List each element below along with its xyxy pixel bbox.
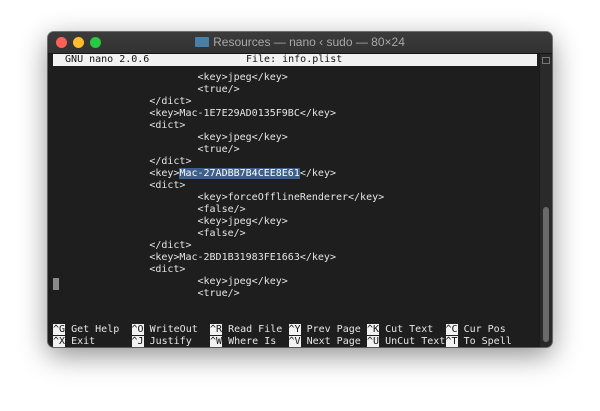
- scrollbar-thumb[interactable]: [543, 207, 549, 342]
- scroll-menu-icon[interactable]: [542, 57, 550, 64]
- shortcut-key: ^K: [367, 324, 380, 335]
- shortcut-label: Prev Page: [300, 324, 361, 335]
- shortcut-to-spell: ^T To Spell: [445, 336, 512, 347]
- shortcut-uncut-text: ^U UnCut Text: [367, 336, 445, 347]
- shortcut-prev-page: ^Y Prev Page: [288, 324, 361, 336]
- scrollbar[interactable]: [539, 54, 552, 347]
- window-title-text: Resources — nano ‹ sudo — 80×24: [213, 35, 405, 49]
- code-line: <true/>: [53, 144, 240, 155]
- shortcut-key: ^Y: [288, 324, 301, 335]
- file-name: File: info.plist: [246, 54, 343, 65]
- shortcut-key: ^R: [210, 324, 223, 335]
- code-line: <key>Mac-2BD1B31983FE1663</key>: [53, 252, 336, 263]
- code-line: <false/>: [53, 204, 246, 215]
- shortcut-label: Next Page: [300, 336, 361, 347]
- shortcut-read-file: ^R Read File: [210, 324, 282, 336]
- code-line: <false/>: [53, 228, 246, 239]
- shortcut-key: ^W: [210, 336, 223, 347]
- terminal-content[interactable]: GNU nano 2.0.6 File: info.plist <key>jpeg…: [52, 54, 538, 347]
- code-line: </dict>: [53, 240, 192, 251]
- shortcut-key: ^G: [53, 324, 66, 335]
- title-bar: Resources — nano ‹ sudo — 80×24: [48, 32, 552, 54]
- code-line: <key>jpeg</key>: [53, 276, 288, 287]
- shortcut-cut-text: ^K Cut Text: [367, 324, 433, 336]
- folder-icon: [195, 37, 210, 47]
- code-line: <dict>: [53, 264, 186, 275]
- shortcut-justify: ^J Justify: [131, 336, 192, 347]
- shortcut-cur-pos: ^C Cur Pos: [445, 324, 506, 336]
- shortcut-key: ^T: [445, 336, 458, 347]
- shortcut-where-is: ^W Where Is: [210, 336, 276, 347]
- code-line: <dict>: [53, 180, 186, 191]
- shortcut-key: ^U: [367, 336, 380, 347]
- shortcut-key: ^C: [445, 324, 458, 335]
- shortcut-next-page: ^V Next Page: [288, 336, 361, 347]
- shortcut-label: Cut Text: [379, 324, 434, 335]
- shortcut-label: Read File: [222, 324, 283, 335]
- shortcut-get-help: ^G Get Help: [53, 324, 119, 336]
- nano-status-bar: GNU nano 2.0.6 File: info.plist: [53, 54, 537, 66]
- terminal-window: Resources — nano ‹ sudo — 80×24 GNU nano…: [48, 32, 552, 347]
- shortcut-label: Cur Pos: [457, 324, 506, 335]
- code-line: <true/>: [53, 288, 240, 299]
- code-line: <key>forceOfflineRenderer</key>: [53, 192, 385, 203]
- code-line: </dict>: [53, 96, 192, 107]
- shortcut-label: Where Is: [222, 336, 277, 347]
- shortcut-label: Get Help: [65, 324, 120, 335]
- shortcut-exit: ^X Exit: [53, 336, 95, 347]
- code-line: </dict>: [53, 156, 192, 167]
- shortcut-key: ^J: [131, 336, 144, 347]
- code-line: <key>Mac-27ADBB7B4CEE8E61</key>: [53, 168, 336, 179]
- selected-text: Mac-27ADBB7B4CEE8E61: [179, 168, 300, 179]
- shortcut-label: Justify: [143, 336, 192, 347]
- selected-suffix: </key>: [299, 168, 336, 179]
- shortcut-key: ^X: [53, 336, 66, 347]
- code-line: <key>jpeg</key>: [53, 132, 288, 143]
- shortcut-key: ^V: [288, 336, 301, 347]
- shortcut-label: UnCut Text: [379, 336, 446, 347]
- nano-version: GNU nano 2.0.6: [53, 54, 150, 65]
- shortcut-label: WriteOut: [143, 324, 198, 335]
- window-title: Resources — nano ‹ sudo — 80×24: [48, 35, 552, 49]
- shortcut-key: ^O: [131, 324, 144, 335]
- code-line: <key>Mac-1E7E29AD0135F9BC</key>: [53, 108, 336, 119]
- shortcut-label: To Spell: [457, 336, 512, 347]
- shortcut-label: Exit: [65, 336, 96, 347]
- code-line: <key>jpeg</key>: [53, 216, 288, 227]
- code-line: <true/>: [53, 84, 240, 95]
- code-line: <key>jpeg</key>: [53, 72, 288, 83]
- shortcut-writeout: ^O WriteOut: [131, 324, 198, 336]
- code-line: <dict>: [53, 120, 186, 131]
